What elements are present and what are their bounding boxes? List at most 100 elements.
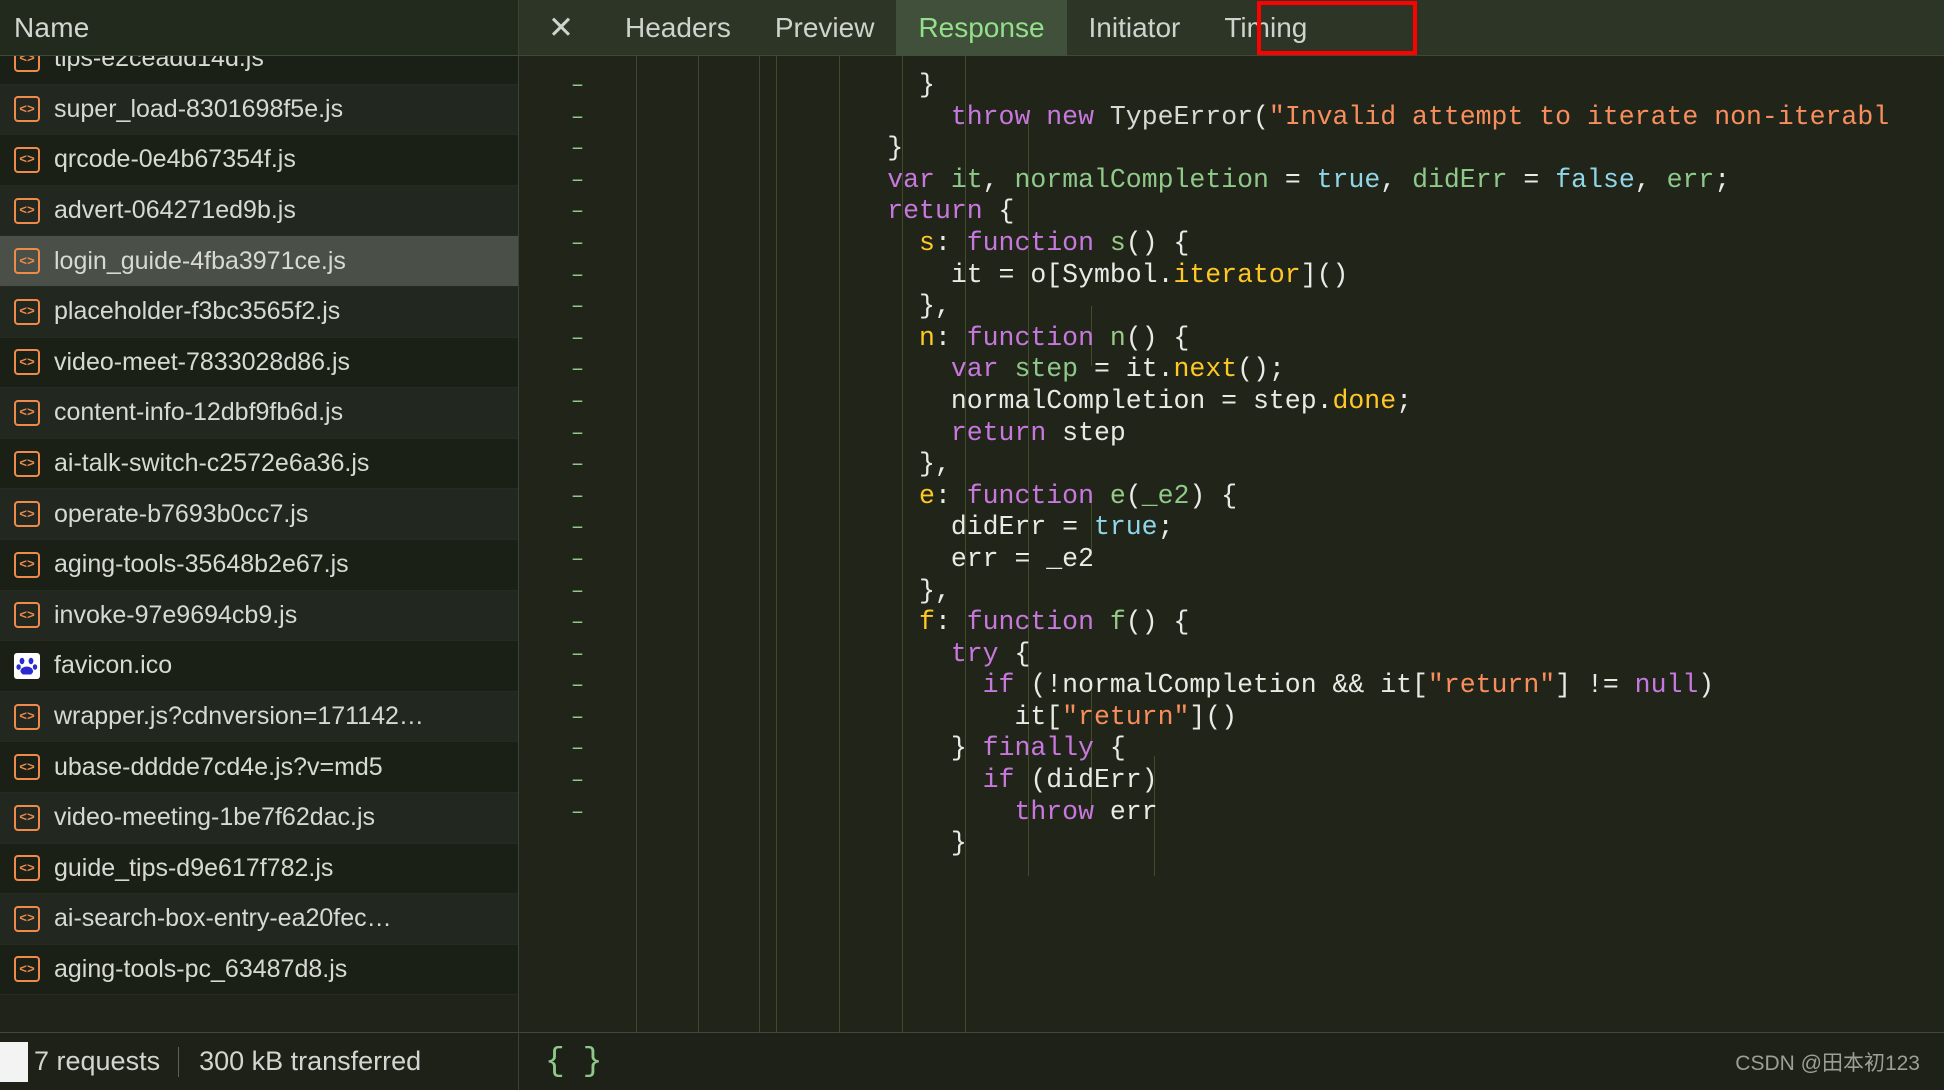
pretty-print-button[interactable]: { } — [545, 1043, 602, 1080]
code-token: } — [760, 70, 935, 100]
tab-timing[interactable]: Timing — [1202, 0, 1329, 56]
request-list-item[interactable]: <> wrapper.js?cdnversion=171142… — [0, 691, 518, 743]
code-token: ; — [1157, 512, 1174, 543]
code-token: ] != — [1555, 670, 1635, 701]
tab-preview[interactable]: Preview — [753, 0, 897, 56]
close-icon[interactable]: ✕ — [539, 6, 583, 50]
line-marker: – — [570, 136, 585, 162]
request-list-item[interactable]: <> invoke-97e9694cb9.js — [0, 590, 518, 642]
js-file-icon: <> — [14, 501, 40, 528]
code-token: "return" — [1427, 670, 1556, 701]
code-line: var it, normalCompletion = true, didErr … — [760, 165, 1944, 197]
line-marker: – — [570, 357, 585, 383]
request-list-item[interactable]: <> guide_tips-d9e617f782.js — [0, 843, 518, 895]
watermark-label: CSDN @田本初123 — [1735, 1051, 1920, 1075]
request-list-item[interactable]: <> video-meeting-1be7f62dac.js — [0, 792, 518, 844]
request-file-name: tips-e2ceadd14d.js — [54, 56, 264, 73]
request-file-name: ai-talk-switch-c2572e6a36.js — [54, 449, 370, 478]
code-token: TypeError — [1109, 101, 1254, 132]
tab-response[interactable]: Response — [896, 0, 1067, 56]
code-token: function — [966, 227, 1094, 258]
code-line: return { — [760, 196, 1944, 228]
js-file-icon: <> — [14, 349, 40, 376]
code-token: if — [982, 765, 1015, 796]
name-column-label: Name — [14, 11, 90, 43]
name-column-header[interactable]: Name — [0, 0, 518, 56]
code-token: = — [1507, 164, 1556, 195]
request-file-name: invoke-97e9694cb9.js — [54, 600, 298, 629]
code-line: } — [760, 133, 1944, 165]
code-token: var — [887, 164, 935, 195]
code-line: didErr = true; — [760, 512, 1944, 544]
line-number-gutter: – – – – – – – – – – – – – – – – – – – – – – – – — [519, 56, 637, 1032]
request-list-item[interactable]: <> operate-b7693b0cc7.js — [0, 489, 518, 540]
code-token: ) — [1698, 670, 1715, 701]
request-list-item[interactable]: <> qrcode-0e4b67354f.js — [0, 135, 518, 186]
request-list-item[interactable]: <> tips-e2ceadd14d.js — [0, 56, 518, 85]
code-token: (!normalCompletion && it[ — [1014, 670, 1428, 701]
code-token: e — [1109, 480, 1126, 511]
requests-panel: Name <> tips-e2ceadd14d.js <> super_load-83… — [0, 0, 519, 1090]
code-token: { — [1093, 733, 1126, 764]
code-line: f: function f() { — [760, 607, 1944, 639]
line-marker: – — [570, 515, 585, 541]
code-token: didErr — [1412, 164, 1508, 195]
line-marker: – — [570, 483, 585, 509]
code-line: err = _e2 — [760, 544, 1944, 576]
status-scroll-indicator — [0, 1041, 28, 1082]
code-token: null — [1634, 670, 1699, 701]
code-token: = it. — [1078, 354, 1174, 385]
code-token: ; — [1714, 164, 1731, 195]
request-file-name: login_guide-4fba3971ce.js — [54, 246, 346, 275]
request-count-label: 7 requests — [34, 1046, 161, 1076]
line-marker: – — [570, 104, 585, 130]
code-token: f — [1109, 607, 1126, 638]
code-token: iterator — [1173, 259, 1301, 290]
code-token: s — [1109, 227, 1126, 258]
request-list-item[interactable]: <> advert-064271ed9b.js — [0, 185, 518, 237]
response-body-viewer[interactable]: – – – – – – – – – – – – – – – – – – – – – – – – } throw n e — [519, 56, 1944, 1032]
request-list-item[interactable]: <> login_guide-4fba3971ce.js — [0, 236, 518, 287]
request-list-item[interactable]: <> video-meet-7833028d86.js — [0, 337, 518, 389]
request-file-name: video-meeting-1be7f62dac.js — [54, 803, 376, 832]
code-token: { — [998, 638, 1031, 669]
code-token: step — [1014, 354, 1079, 385]
code-token: function — [966, 480, 1094, 511]
request-list-item[interactable]: <> super_load-8301698f5e.js — [0, 84, 518, 136]
js-file-icon: <> — [14, 551, 40, 578]
js-file-icon: <> — [14, 56, 40, 72]
request-file-name: advert-064271ed9b.js — [54, 196, 296, 225]
code-token: } — [760, 733, 983, 764]
line-marker: – — [570, 704, 585, 730]
code-token: next — [1173, 354, 1238, 385]
code-token: s — [919, 227, 935, 258]
js-file-icon: <> — [14, 399, 40, 426]
code-token: new — [1046, 101, 1094, 132]
request-list-item[interactable]: <> ubase-dddde7cd4e.js?v=md5 — [0, 742, 518, 793]
tab-headers[interactable]: Headers — [603, 0, 753, 56]
js-file-icon: <> — [14, 298, 40, 325]
line-marker: – — [570, 578, 585, 604]
js-file-icon: <> — [14, 804, 40, 831]
request-list[interactable]: <> tips-e2ceadd14d.js <> super_load-8301698… — [0, 56, 518, 1032]
code-token: ]() — [1189, 701, 1238, 732]
code-line: e: function e(_e2) { — [760, 481, 1944, 513]
request-list-item[interactable]: <> aging-tools-pc_63487d8.js — [0, 944, 518, 996]
request-list-item[interactable]: <> placeholder-f3bc3565f2.js — [0, 286, 518, 338]
code-line: s: function s() { — [760, 228, 1944, 260]
code-token: _e2 — [1141, 480, 1190, 511]
code-token: , — [982, 164, 1015, 195]
code-token: true — [1316, 164, 1381, 195]
request-list-item[interactable]: <> aging-tools-35648b2e67.js — [0, 539, 518, 591]
tab-initiator[interactable]: Initiator — [1067, 0, 1203, 56]
source-code-area[interactable]: } throw new TypeError("Invalid attempt t… — [760, 56, 1944, 1032]
request-list-item[interactable]: <> content-info-12dbf9fb6d.js — [0, 388, 518, 439]
request-list-item[interactable]: <> ai-search-box-entry-ea20fec… — [0, 894, 518, 945]
code-token: ( — [1125, 480, 1142, 511]
request-list-item[interactable]: <> ai-talk-switch-c2572e6a36.js — [0, 438, 518, 490]
request-list-item[interactable]: favicon.ico — [0, 641, 518, 692]
